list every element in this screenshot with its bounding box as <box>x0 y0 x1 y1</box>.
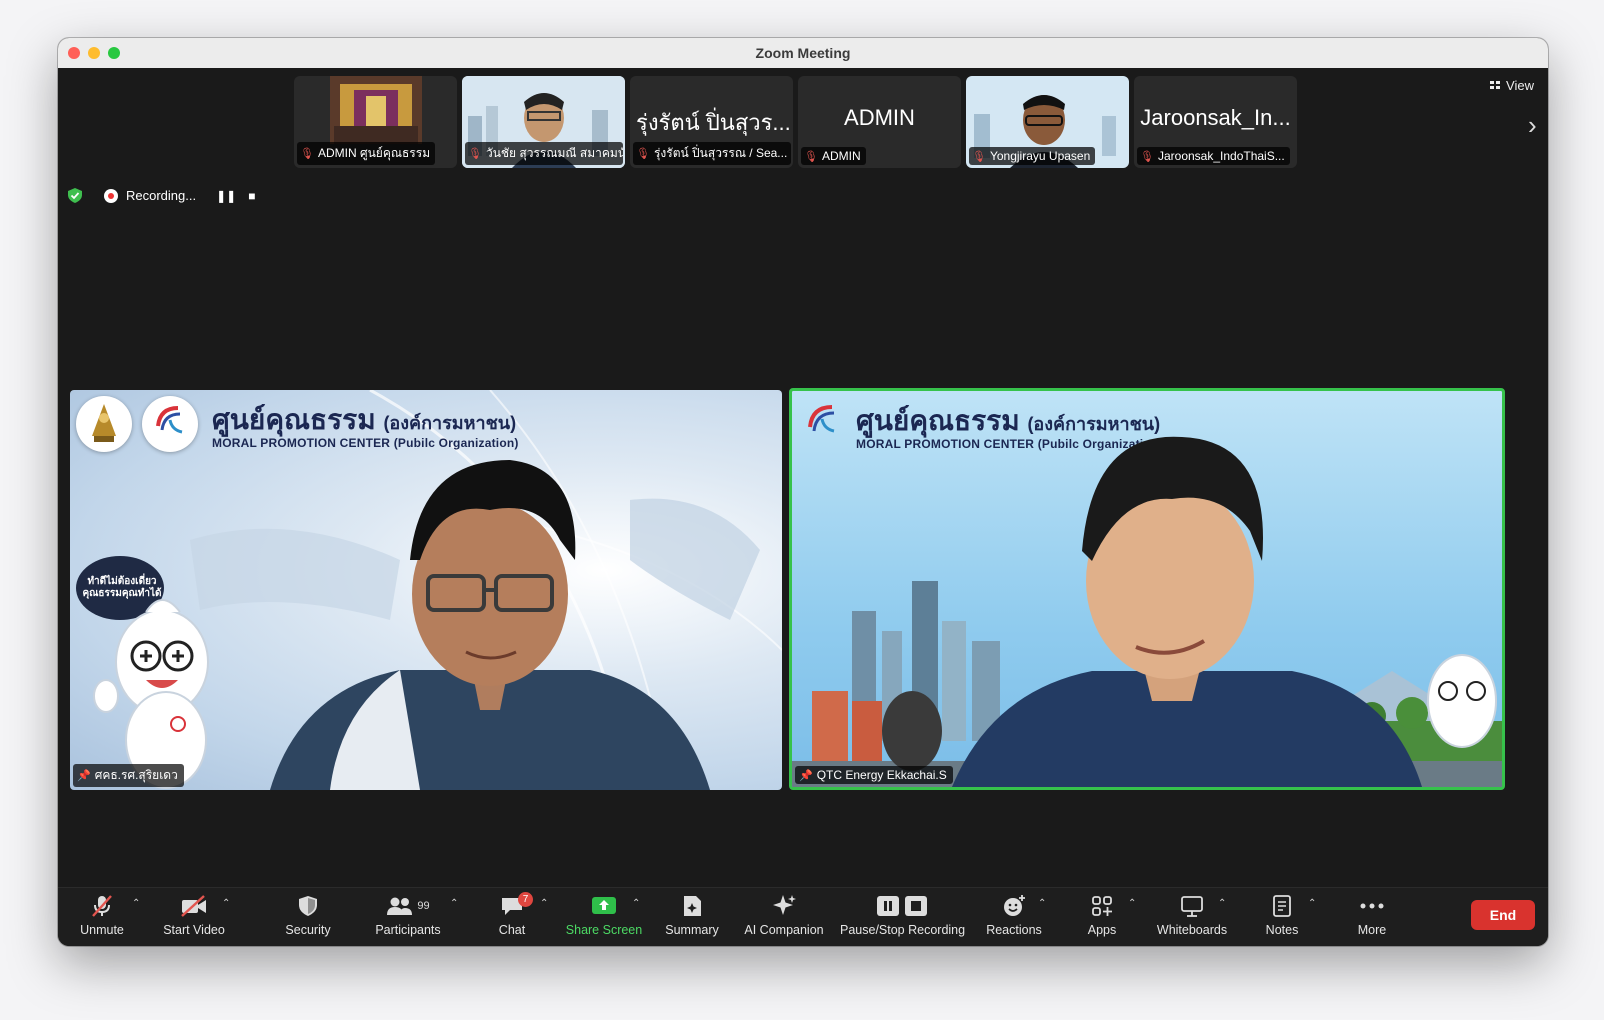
stop-recording-button[interactable]: ■ <box>248 189 255 203</box>
share-screen-icon <box>592 897 616 914</box>
thumb-name: 🎙 Yongjirayu Upasen <box>969 147 1096 165</box>
thumb-name: 🎙 Jaroonsak_IndoThaiS... <box>1137 147 1290 165</box>
ai-companion-label: AI Companion <box>744 923 824 937</box>
thumb-name-text: ADMIN <box>821 149 861 163</box>
thumb-display-name: Jaroonsak_In... <box>1140 105 1291 130</box>
recording-label: Recording... <box>126 188 197 203</box>
audio-options-chevron-icon[interactable]: ⌃ <box>132 898 140 909</box>
participant-thumb[interactable]: รุ่งรัตน์ ปิ่นสุวร... 🎙 รุ่งรัตน์ ปิ่นสุว… <box>630 76 793 168</box>
chat-label: Chat <box>498 923 526 937</box>
notes-options-chevron-icon[interactable]: ⌃ <box>1308 898 1316 909</box>
thumb-name: 🎙 ADMIN <box>801 147 866 165</box>
chevron-right-icon[interactable]: › <box>1528 110 1537 141</box>
mic-muted-icon: 🎙 <box>972 151 986 163</box>
meeting-area: 🎙 ADMIN ศูนย์คุณธรรม 🎙 วันชัย สุวรรณมณี สม… <box>58 68 1548 888</box>
title-bar: Zoom Meeting <box>58 38 1548 69</box>
pause-stop-recording-button[interactable]: Pause/Stop Recording <box>840 892 966 937</box>
meeting-toolbar: Unmute ⌃ Start Video ⌃ Security 99 Parti… <box>58 887 1548 946</box>
more-button[interactable]: More <box>1328 892 1416 937</box>
end-meeting-button[interactable]: End <box>1471 900 1535 930</box>
participant-thumb[interactable]: ADMIN 🎙 ADMIN <box>798 76 961 168</box>
more-dots-icon <box>1360 903 1384 909</box>
camera-off-icon <box>181 895 206 917</box>
thumb-name-text: Yongjirayu Upasen <box>989 149 1091 163</box>
participant-thumb[interactable]: 🎙 Yongjirayu Upasen <box>966 76 1129 168</box>
mic-muted-icon: 🎙 <box>1140 151 1154 163</box>
pause-stop-icon <box>877 896 927 916</box>
thumb-display-name: ADMIN <box>844 105 915 130</box>
grid-view-icon <box>1490 80 1501 91</box>
pin-icon: 📌 <box>77 770 91 782</box>
security-button[interactable]: Security <box>264 892 352 937</box>
mic-muted-icon: 🎙 <box>468 148 482 160</box>
share-options-chevron-icon[interactable]: ⌃ <box>632 898 640 909</box>
mic-muted-icon: 🎙 <box>300 148 314 160</box>
pause-stop-recording-label: Pause/Stop Recording <box>840 923 966 937</box>
ai-companion-button[interactable]: AI Companion <box>740 892 828 937</box>
mic-muted-icon: 🎙 <box>636 148 650 160</box>
participant-name-label: 📌 ศคธ.รศ.สุริยเดว <box>73 764 184 787</box>
recording-bar: Recording... ❚❚ ■ <box>68 188 255 203</box>
participants-options-chevron-icon[interactable]: ⌃ <box>450 898 458 909</box>
whiteboards-label: Whiteboards <box>1156 923 1228 937</box>
view-label: View <box>1506 78 1534 93</box>
start-video-label: Start Video <box>163 923 225 937</box>
participant-video <box>270 460 710 790</box>
whiteboard-icon <box>1181 896 1203 917</box>
view-button[interactable]: View <box>1490 78 1534 93</box>
ai-sparkle-icon <box>773 895 796 915</box>
apps-options-chevron-icon[interactable]: ⌃ <box>1128 898 1136 909</box>
whiteboards-options-chevron-icon[interactable]: ⌃ <box>1218 898 1226 909</box>
notes-label: Notes <box>1265 923 1299 937</box>
security-label: Security <box>285 923 331 937</box>
summary-label: Summary <box>665 923 719 937</box>
encryption-shield-icon[interactable] <box>68 188 82 203</box>
participant-thumb[interactable]: Jaroonsak_In... 🎙 Jaroonsak_IndoThaiS... <box>1134 76 1297 168</box>
microphone-muted-icon <box>92 895 112 917</box>
unmute-label: Unmute <box>80 923 124 937</box>
thumb-name-text: รุ่งรัตน์ ปิ่นสุวรรณ / Sea... <box>653 146 788 160</box>
active-speaker-tile[interactable]: ศูนย์คุณธรรม (องค์การมหาชน) MORAL PROMOT… <box>789 388 1505 790</box>
participant-name-label: 📌 QTC Energy Ekkachai.S <box>795 766 953 784</box>
summary-icon <box>684 896 701 916</box>
chat-options-chevron-icon[interactable]: ⌃ <box>540 898 548 909</box>
thumb-name: 🎙วันชัย สุวรรณมณี สมาคมนัก... <box>465 142 623 165</box>
participant-name-text: QTC Energy Ekkachai.S <box>816 768 947 782</box>
reactions-options-chevron-icon[interactable]: ⌃ <box>1038 898 1046 909</box>
more-label: More <box>1357 923 1387 937</box>
reactions-label: Reactions <box>986 923 1042 937</box>
participant-thumb[interactable]: 🎙วันชัย สุวรรณมณี สมาคมนัก... <box>462 76 625 168</box>
thumb-name: 🎙 ADMIN ศูนย์คุณธรรม <box>297 142 436 165</box>
chat-unread-badge: 7 <box>518 892 533 907</box>
apps-label: Apps <box>1087 923 1117 937</box>
notes-icon <box>1273 895 1291 917</box>
summary-button[interactable]: Summary <box>648 892 736 937</box>
video-tile[interactable]: ศูนย์คุณธรรม (องค์การมหาชน) MORAL PROMOT… <box>70 390 782 790</box>
shield-icon <box>299 896 317 916</box>
share-screen-label: Share Screen <box>565 923 643 937</box>
pin-icon: 📌 <box>799 770 813 782</box>
thumb-name-text: Jaroonsak_IndoThaiS... <box>1157 149 1285 163</box>
apps-icon <box>1092 896 1112 916</box>
thumb-name: 🎙 รุ่งรัตน์ ปิ่นสุวรรณ / Sea... <box>633 142 791 165</box>
participants-count: 99 <box>417 900 430 912</box>
window-title: Zoom Meeting <box>755 45 851 61</box>
zoom-window: Zoom Meeting 🎙 ADMIN ศูนย์คุณธรรม 🎙 วันช… <box>58 38 1548 946</box>
thumb-display-name: รุ่งรัตน์ ปิ่นสุวร... <box>636 110 791 135</box>
participant-name-text: ศคธ.รศ.สุริยเดว <box>94 768 178 782</box>
recording-icon <box>104 188 118 203</box>
mic-muted-icon: 🎙 <box>804 151 818 163</box>
thumb-name-text: ADMIN ศูนย์คุณธรรม <box>317 146 431 160</box>
participant-video <box>952 436 1422 787</box>
participant-thumb[interactable]: 🎙 ADMIN ศูนย์คุณธรรม <box>294 76 457 168</box>
thumb-name-text: วันชัย สุวรรณมณี สมาคมนัก... <box>485 146 623 160</box>
participants-label: Participants <box>375 923 441 937</box>
video-options-chevron-icon[interactable]: ⌃ <box>222 898 230 909</box>
pause-recording-button[interactable]: ❚❚ <box>216 189 236 203</box>
participants-icon <box>387 897 413 915</box>
smiley-icon <box>1004 895 1025 916</box>
participants-button[interactable]: 99 Participants <box>364 892 452 937</box>
